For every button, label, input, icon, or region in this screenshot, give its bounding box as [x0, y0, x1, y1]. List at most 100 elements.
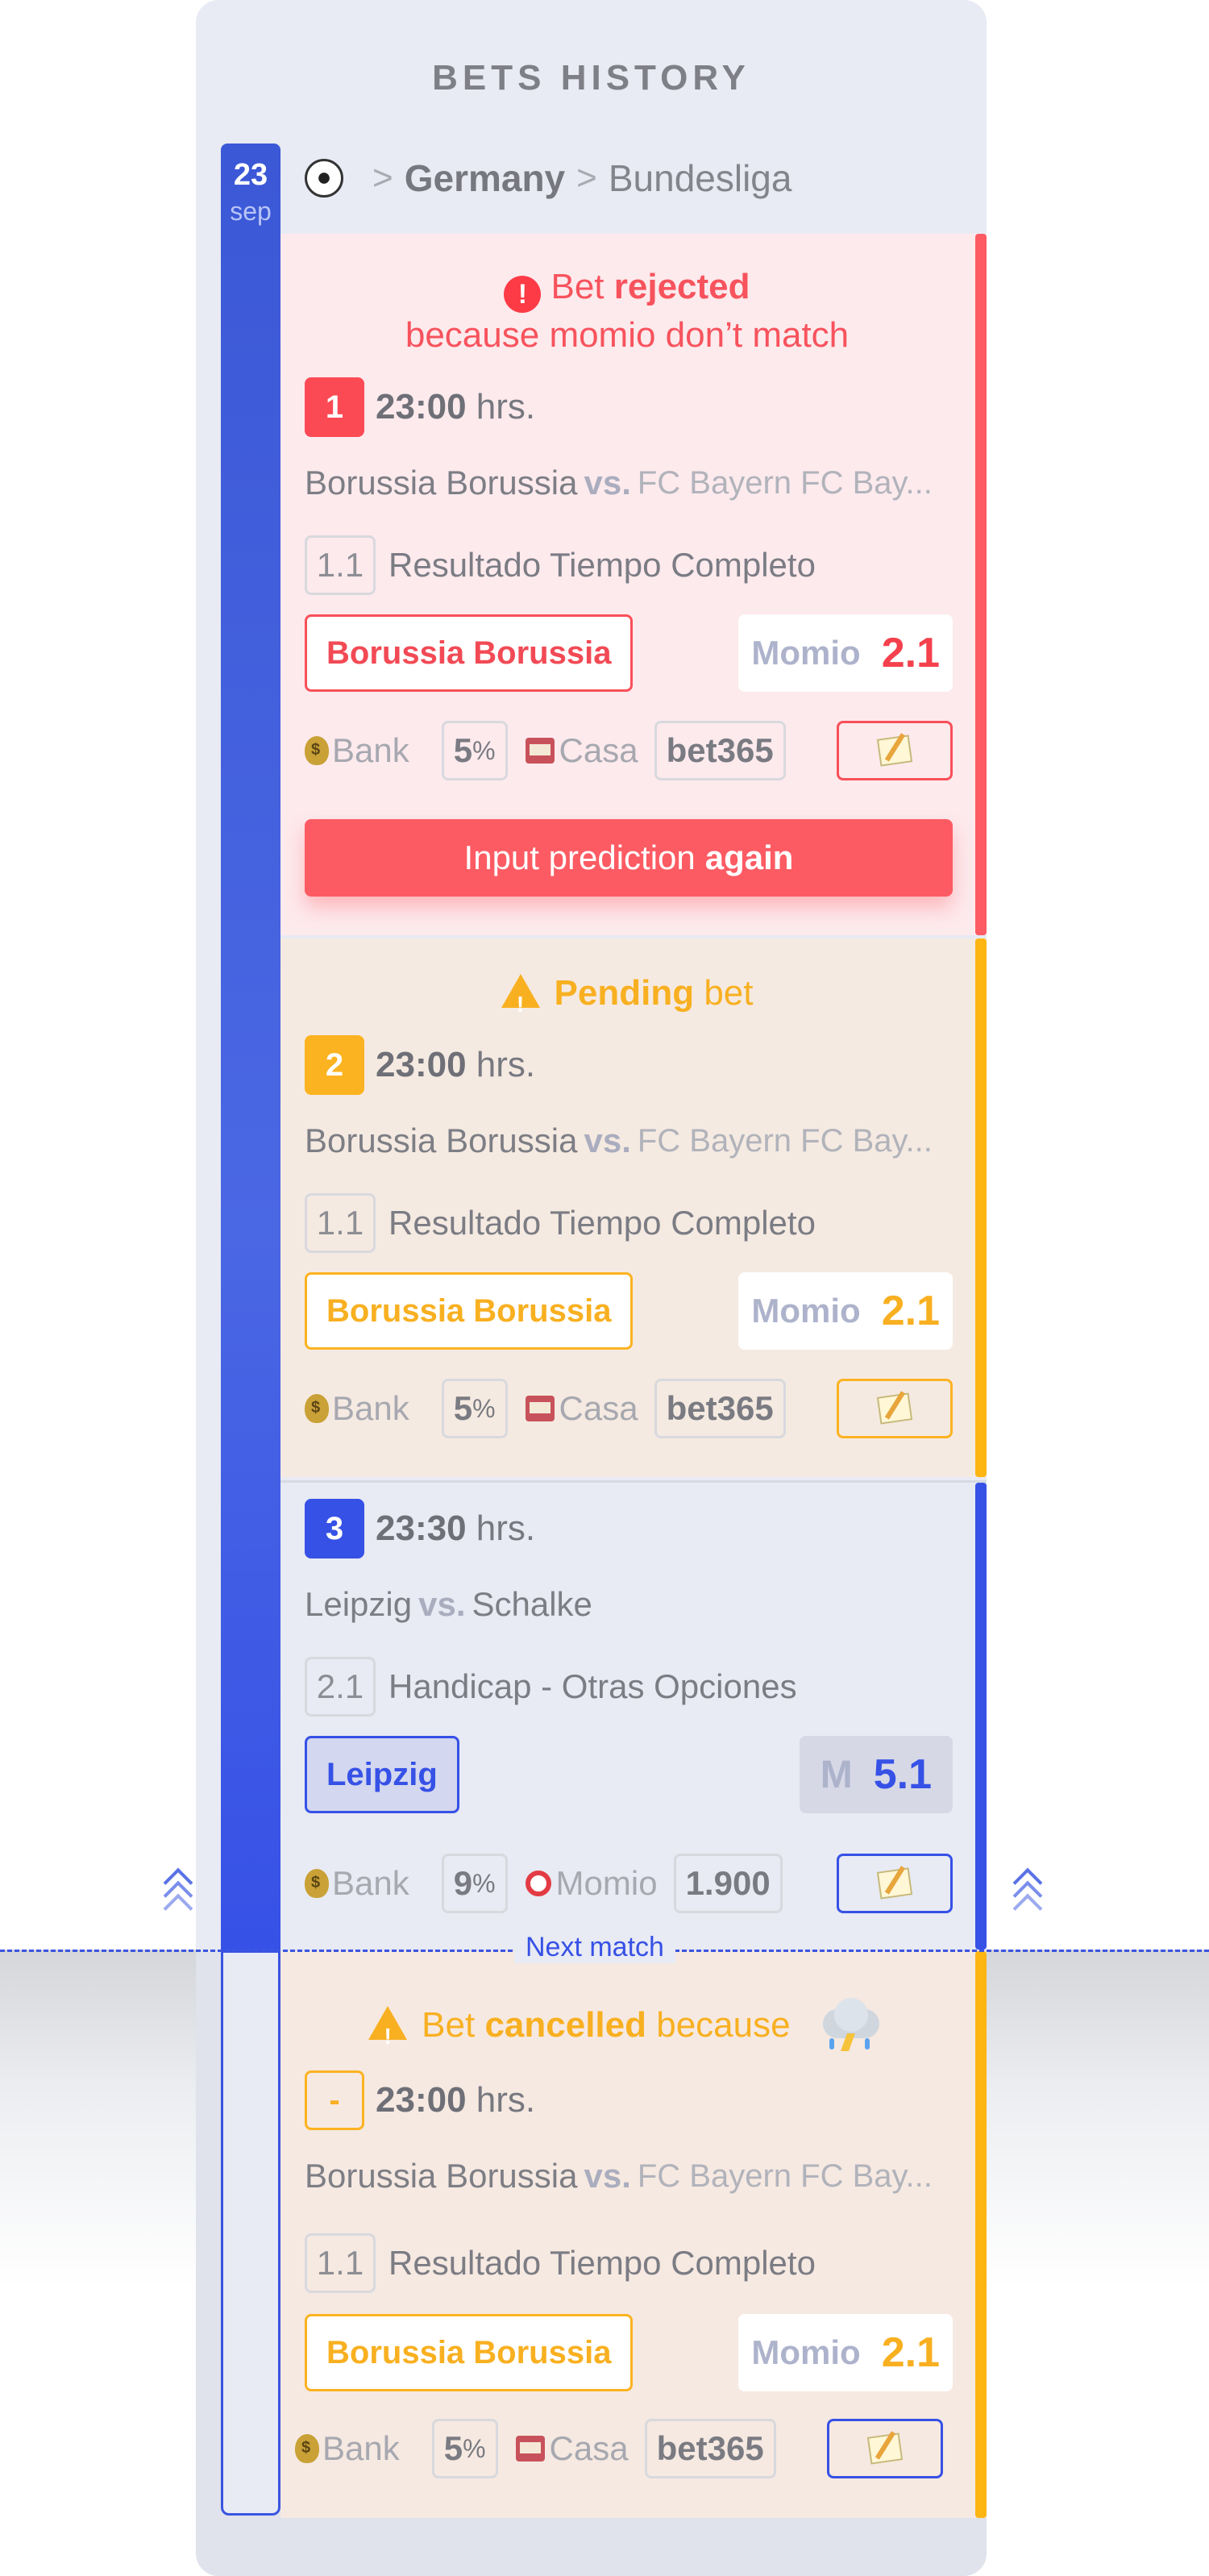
market-row: 1.1 Resultado Tiempo Completo: [305, 535, 816, 595]
odds-value: 2.1: [881, 1288, 940, 1334]
odds-box: M 5.1: [799, 1736, 953, 1813]
market-code: 1.1: [305, 535, 376, 595]
slot-machine-icon: [525, 1396, 555, 1421]
bet-time: 23:00 hrs.: [376, 2080, 536, 2120]
scroll-up-chevron-icon[interactable]: [1012, 1867, 1045, 1924]
vs-label: vs.: [584, 1122, 631, 1159]
status-strong: Pending: [554, 973, 695, 1013]
input-prediction-again-button[interactable]: Input prediction again: [305, 819, 953, 897]
market-row: 1.1 Resultado Tiempo Completo: [305, 2233, 816, 2293]
edit-button[interactable]: [837, 721, 953, 780]
away-team: FC Bayern FC Bay...: [637, 2158, 933, 2194]
bet-time-row: 3 23:30 hrs.: [305, 1499, 535, 1559]
market-code: 2.1: [305, 1657, 376, 1717]
status-strong: cancelled: [484, 2005, 646, 2045]
vs-label: vs.: [584, 464, 631, 501]
home-team: Leipzig: [305, 1585, 413, 1623]
market-row: 2.1 Handicap - Otras Opciones: [305, 1657, 797, 1717]
odds-value: 5.1: [873, 1751, 932, 1798]
status-suffix: because: [656, 2005, 791, 2045]
odds-label: Momio: [751, 634, 861, 672]
pick-row: Borussia Borussia: [305, 1272, 634, 1350]
action-strong: again: [704, 839, 794, 876]
bet-number-badge: 3: [305, 1499, 364, 1559]
pick-button[interactable]: Borussia Borussia: [305, 1272, 634, 1350]
edit-button[interactable]: [827, 2419, 943, 2478]
odds-box: Momio 2.1: [738, 614, 953, 692]
status-stripe: [975, 234, 987, 935]
breadcrumb: > Germany > Bundesliga: [305, 150, 791, 206]
bank-value: 5%: [441, 1379, 508, 1438]
chevron-right-icon: >: [576, 158, 597, 198]
house-label: Casa: [559, 731, 638, 769]
pick-button[interactable]: Borussia Borussia: [305, 614, 634, 692]
market-code: 1.1: [305, 2233, 376, 2293]
page-title: BETS HISTORY: [432, 58, 750, 98]
date-month: sep: [230, 197, 272, 226]
bet-card-cancelled: ! Bet cancelled because - 23:00 hrs. Boru…: [280, 1951, 987, 2518]
bet-number-badge: 2: [305, 1035, 364, 1095]
bet-time: 23:00 hrs.: [376, 1045, 536, 1084]
pick-row: Leipzig: [305, 1736, 459, 1813]
market-label: Resultado Tiempo Completo: [388, 2244, 816, 2282]
bet-card-pending: ! Pending bet 2 23:00 hrs. Borussia Borus…: [280, 938, 987, 1477]
market-label: Resultado Tiempo Completo: [388, 546, 816, 584]
bet-number-badge: -: [305, 2070, 364, 2130]
bet-time-row: - 23:00 hrs.: [305, 2070, 535, 2130]
breadcrumb-league[interactable]: Bundesliga: [609, 156, 792, 200]
chevron-right-icon: >: [372, 158, 393, 198]
bet-time: 23:00 hrs.: [376, 387, 536, 427]
memo-icon: [876, 1392, 913, 1425]
bank-label: Bank: [332, 731, 409, 769]
bank-label: Bank: [332, 1389, 409, 1427]
bet-meta-row: Bank 5% Casa bet365: [305, 721, 786, 780]
bet-time-row: 1 23:00 hrs.: [305, 377, 535, 437]
scroll-up-chevron-icon[interactable]: [163, 1867, 195, 1924]
market-code: 1.1: [305, 1193, 376, 1253]
target-icon: [525, 1871, 551, 1896]
slot-machine-icon: [525, 738, 555, 764]
bet-card-active: 3 23:30 hrs. Leipzig vs. Schalke 2.1 Han…: [280, 1480, 987, 1950]
home-team: Borussia Borussia: [305, 2157, 578, 2195]
pick-button[interactable]: Borussia Borussia: [305, 2314, 634, 2391]
status-stripe: [975, 1483, 987, 1950]
edit-button[interactable]: [837, 1379, 953, 1438]
status-prefix: Bet: [550, 267, 604, 306]
market-row: 1.1 Resultado Tiempo Completo: [305, 1193, 816, 1253]
status-stripe: [975, 938, 987, 1477]
slot-machine-icon: [515, 2436, 545, 2462]
edit-button[interactable]: [837, 1854, 953, 1913]
money-bag-icon: [305, 1869, 329, 1898]
money-bag-icon: [305, 1394, 329, 1423]
match-teams: Borussia Borussia vs. FC Bayern FC Bay..…: [305, 460, 933, 506]
match-teams: Borussia Borussia vs. FC Bayern FC Bay..…: [305, 2153, 933, 2199]
match-teams: Leipzig vs. Schalke: [305, 1581, 592, 1628]
date-day: 23: [233, 158, 268, 192]
bet-number-badge: 1: [305, 377, 364, 437]
bank-value: 9%: [441, 1854, 508, 1913]
money-bag-icon: [295, 2434, 319, 2463]
bet-meta-row: Bank 5% Casa bet365: [305, 1379, 786, 1438]
status-strong: rejected: [613, 267, 750, 306]
next-match-label: Next match: [514, 1932, 675, 1963]
memo-icon: [876, 1867, 913, 1900]
house-value: bet365: [644, 2419, 776, 2478]
bet-status: ! Pending bet: [305, 971, 949, 1017]
bet-status: ! Bet rejected because momio don’t match: [305, 264, 949, 358]
status-prefix: Bet: [422, 2005, 476, 2045]
breadcrumb-country[interactable]: Germany: [405, 156, 565, 200]
bet-meta-row: Bank 5% Casa bet365: [295, 2419, 776, 2478]
market-label: Handicap - Otras Opciones: [388, 1667, 797, 1705]
momio-value: 1.900: [673, 1854, 783, 1913]
alert-circle-icon: !: [504, 276, 542, 313]
house-value: bet365: [654, 721, 786, 780]
pick-button[interactable]: Leipzig: [305, 1736, 459, 1813]
odds-label: Momio: [751, 1292, 861, 1330]
away-team: FC Bayern FC Bay...: [637, 1122, 933, 1159]
odds-label: M: [820, 1753, 853, 1796]
soccer-ball-icon: [305, 159, 343, 198]
date-bar: [221, 144, 280, 1956]
status-stripe: [975, 1951, 987, 2518]
pick-row: Borussia Borussia: [305, 2314, 634, 2391]
market-label: Resultado Tiempo Completo: [388, 1204, 816, 1242]
